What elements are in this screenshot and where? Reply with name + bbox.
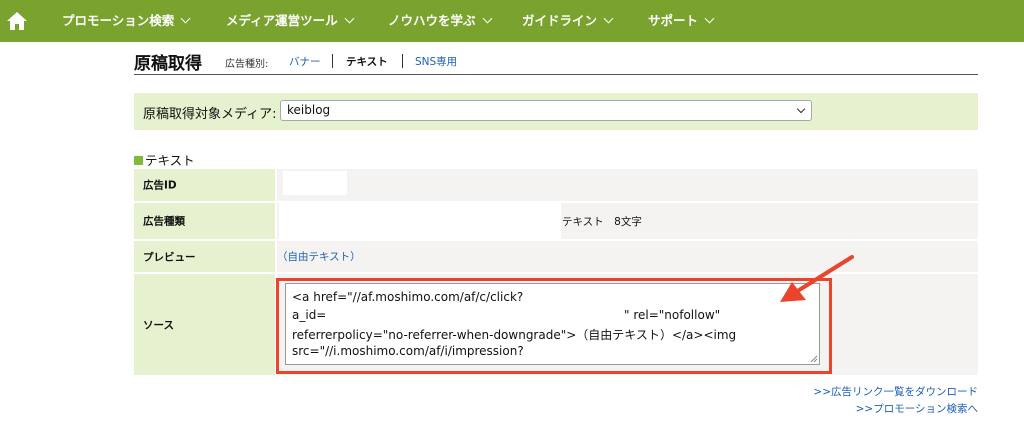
media-select[interactable]: keiblog [280,100,812,121]
ad-type-value: テキスト 8文字 [562,216,642,228]
nav-item-guideline[interactable]: ガイドライン [522,0,614,42]
home-icon[interactable] [6,10,28,32]
table-row-ad-id: 広告ID [134,169,978,201]
media-selector-box: 原稿取得対象メディア: keiblog [134,93,978,130]
tab-banner[interactable]: バナー [289,54,321,69]
nav-item-label: メディア運営ツール [226,13,338,28]
redacted-block [279,203,561,239]
section-title: テキスト [134,150,195,169]
chevron-down-icon [603,13,614,24]
nav-item-support[interactable]: サポート [648,0,715,42]
page-title: 原稿取得 [134,54,202,74]
row-label: 広告種類 [134,203,275,239]
nav-item-label: プロモーション検索 [62,13,175,28]
tab-text[interactable]: テキスト [346,54,388,69]
source-line: src="//i.moshimo.com/af/i/impression? [292,344,524,358]
nav-item-media-tools[interactable]: メディア運営ツール [226,0,355,42]
promotion-search-link[interactable]: >>プロモーション検索へ [856,401,978,416]
ad-type-label: 広告種別: [225,59,269,70]
row-label: プレビュー [134,241,275,272]
nav-item-knowhow[interactable]: ノウハウを学ぶ [388,0,492,42]
nav-item-label: サポート [648,13,699,28]
nav-item-promotion-search[interactable]: プロモーション検索 [62,0,191,42]
row-value: テキスト 8文字 [277,203,978,239]
source-line: referrerpolicy="no-referrer-when-downgra… [292,328,737,342]
annotation-arrow-icon [780,255,854,302]
row-label: 広告ID [134,169,275,201]
source-line: <a href="//af.moshimo.com/af/c/click? [292,290,524,304]
source-line: " rel="nofollow" [624,308,721,322]
media-label: 原稿取得対象メディア: [143,107,277,122]
source-line: a_id= [292,308,327,322]
divider [332,54,333,68]
chevron-down-icon [704,13,715,24]
square-bullet-icon [134,156,143,165]
redacted-block [283,171,347,195]
source-code-textarea[interactable]: <a href="//af.moshimo.com/af/c/click? a_… [285,283,820,365]
top-navigation-bar: プロモーション検索 メディア運営ツール ノウハウを学ぶ ガイドライン サポート [0,0,1024,42]
nav-item-label: ガイドライン [522,13,598,28]
row-value [277,169,978,201]
chevron-down-icon [344,13,355,24]
table-row-ad-type: 広告種類 テキスト 8文字 [134,203,978,239]
resize-handle-icon[interactable] [810,355,818,363]
preview-link[interactable]: （自由テキスト） [277,249,361,264]
ad-list-download-link[interactable]: >>広告リンク一覧をダウンロード [813,384,978,399]
tab-sns[interactable]: SNS専用 [415,54,457,69]
nav-item-label: ノウハウを学ぶ [388,13,476,28]
chevron-down-icon [180,13,191,24]
page-header: 原稿取得 広告種別: バナー テキスト SNS専用 [134,52,978,75]
section-title-text: テキスト [145,153,195,168]
row-label: ソース [134,274,275,375]
chevron-down-icon [796,104,806,114]
media-select-value: keiblog [287,103,331,117]
chevron-down-icon [482,13,492,24]
divider [402,54,403,68]
row-value: （自由テキスト） [277,241,978,272]
